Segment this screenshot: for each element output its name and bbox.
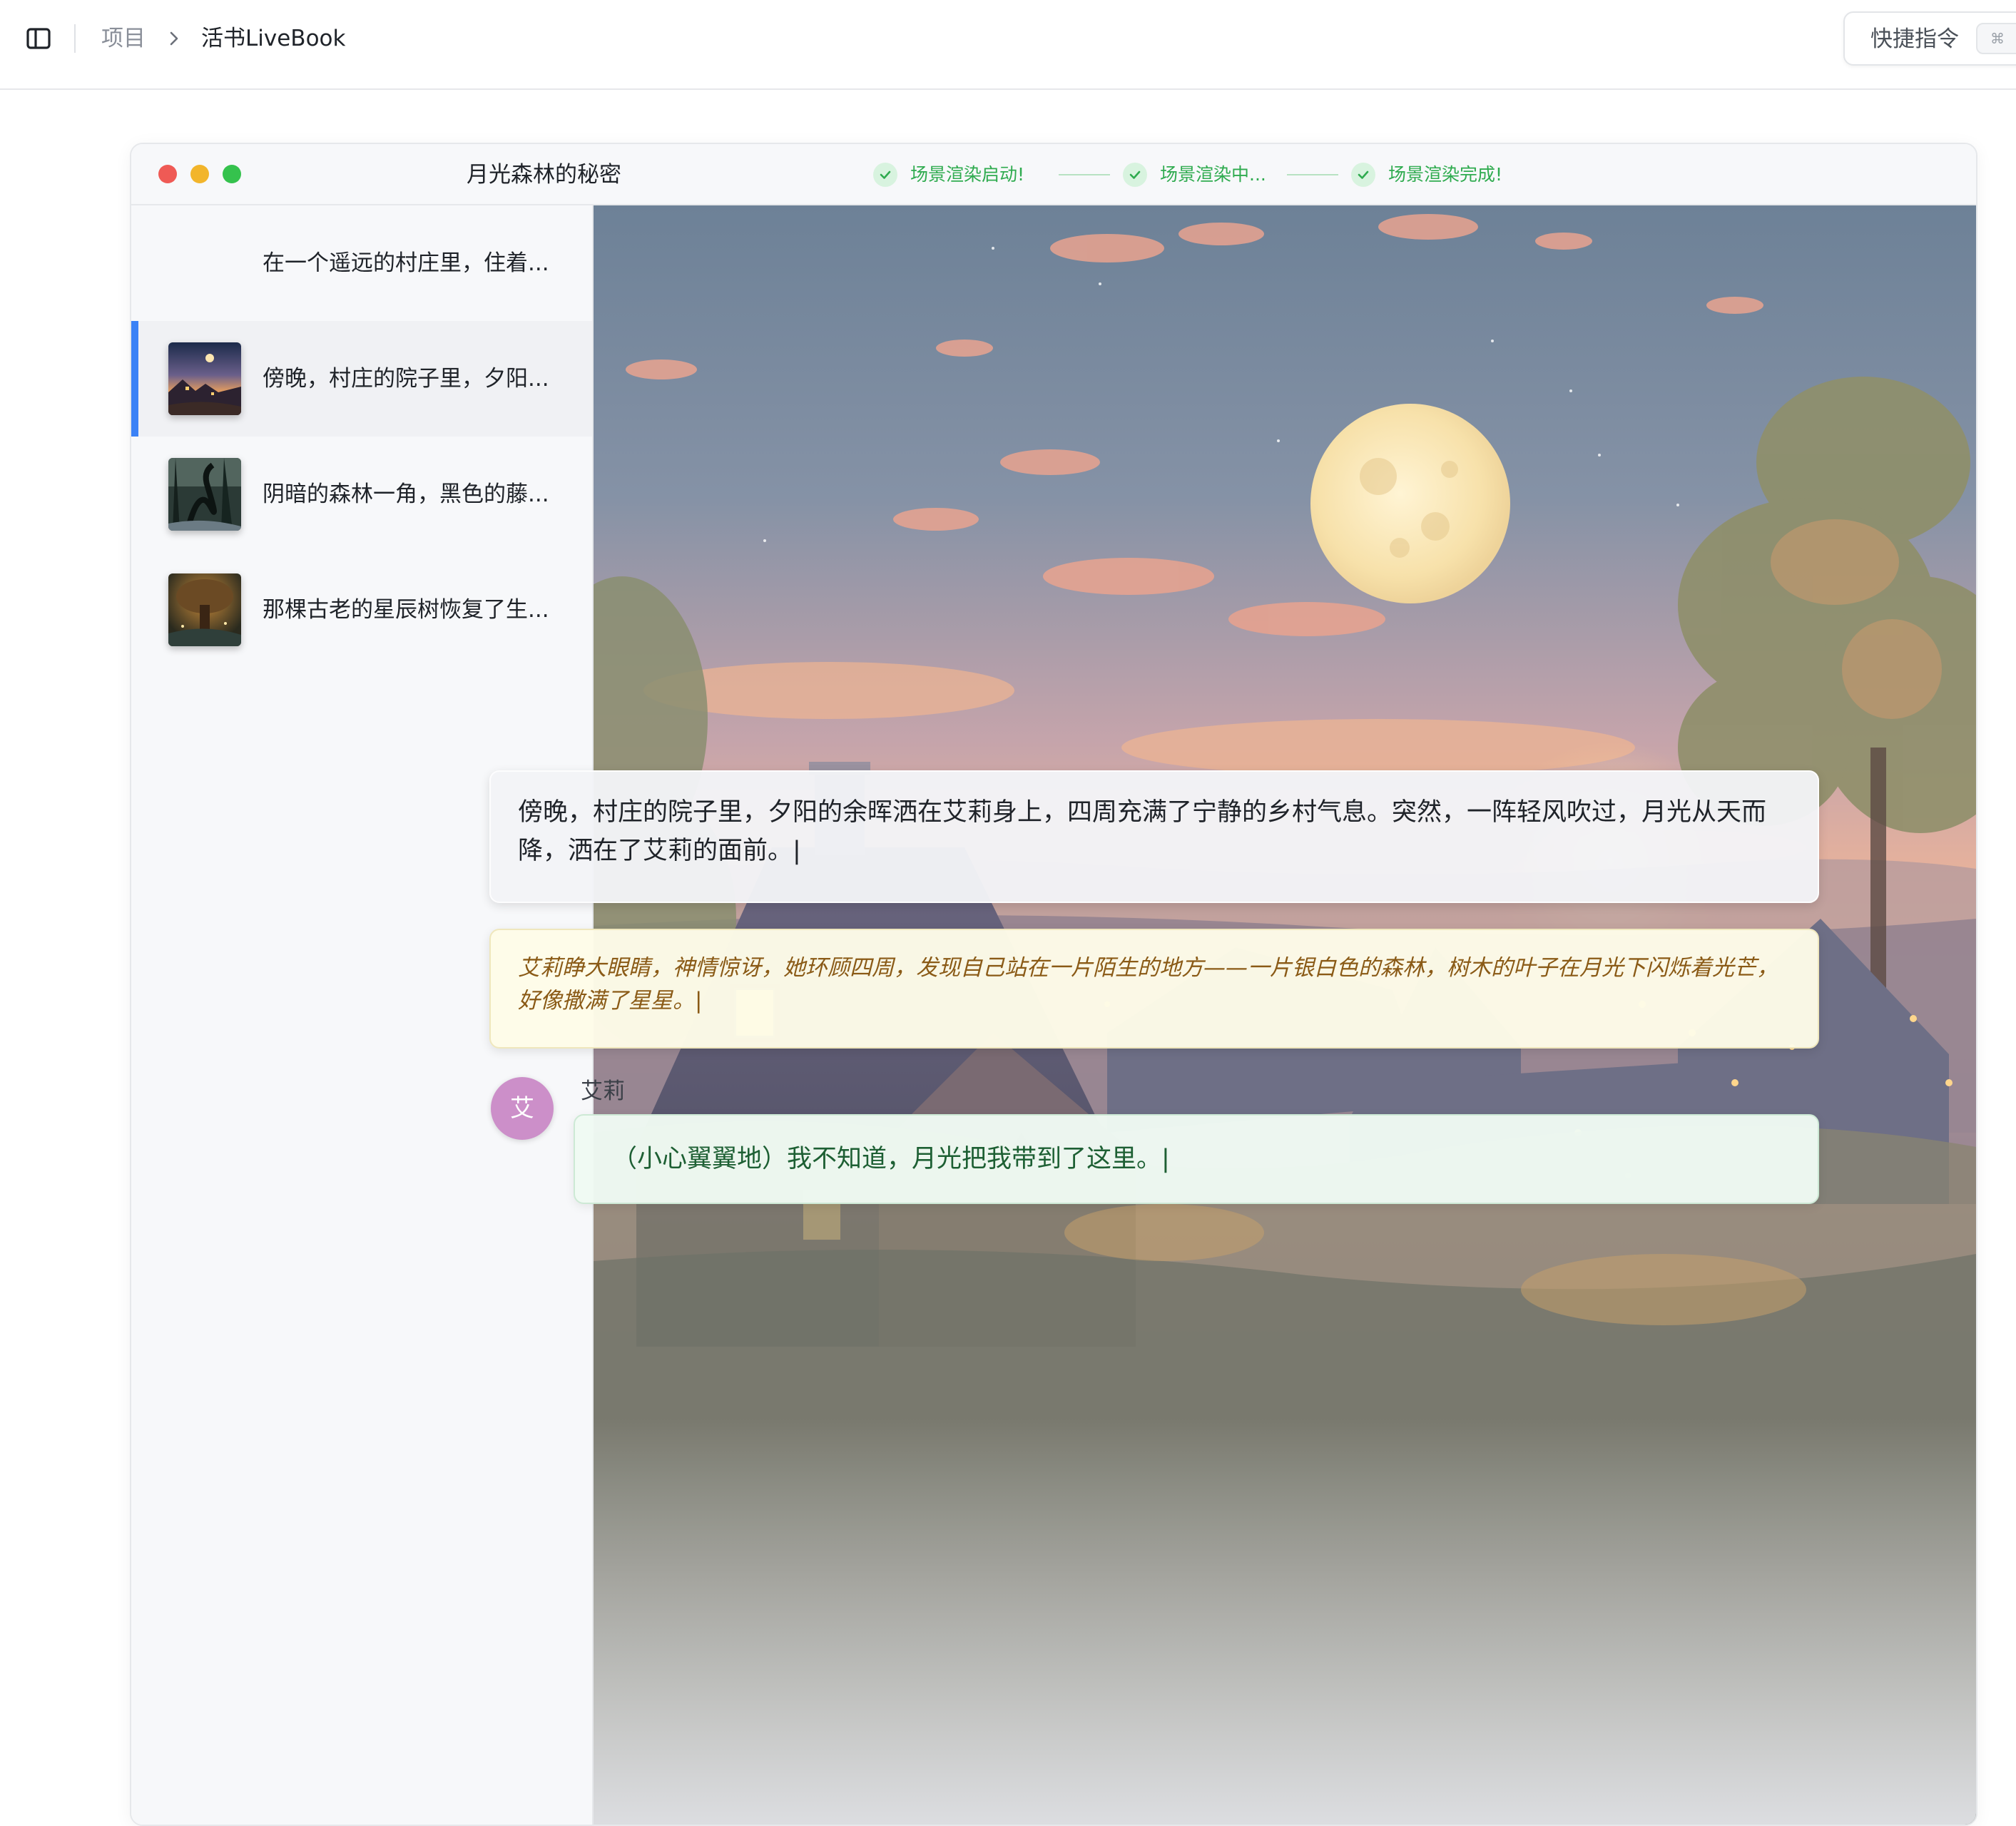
quick-command-label: 快捷指令 [1870,26,1959,52]
sidebar-toggle-icon[interactable] [26,26,51,51]
breadcrumb-project-link[interactable]: 项目 [101,21,146,56]
status-step-label: 场景渲染中... [1160,164,1266,185]
status-connector [1059,174,1110,175]
scene-item[interactable]: 阴暗的森林一角，黑色的藤... [131,437,592,552]
scene-thumbnail [168,458,241,531]
status-step-progress: 场景渲染中... [1123,158,1266,191]
scene-thumbnail [168,227,241,300]
avatar: 艾 [491,1077,554,1140]
scene-item-active[interactable]: 傍晚，村庄的院子里，夕阳... [131,321,592,437]
status-step-label: 场景渲染启动! [910,164,1025,185]
book-title: 月光森林的秘密 [467,162,621,188]
status-connector [1287,174,1338,175]
topbar-divider [74,24,76,53]
dialogue-card: （小心翼翼地）我不知道，月光把我带到了这里。| [574,1114,1819,1204]
scene-text: 傍晚，村庄的院子里，夕阳... [263,366,549,392]
breadcrumb-current: 活书LiveBook [201,26,346,51]
quick-command-button[interactable]: 快捷指令 ⌘ [1843,11,2016,66]
window-maximize-button[interactable] [223,165,241,183]
check-icon [1123,163,1147,187]
scene-item[interactable]: 那棵古老的星辰树恢复了生... [131,552,592,668]
chevron-right-icon [166,27,183,50]
scene-text: 那棵古老的星辰树恢复了生... [263,597,549,623]
window-close-button[interactable] [158,165,177,183]
speaker-name: 艾莉 [581,1078,625,1104]
status-step-done: 场景渲染完成! [1351,158,1502,191]
check-icon [1351,163,1375,187]
scene-text: 阴暗的森林一角，黑色的藤... [263,481,549,507]
scene-item[interactable]: 在一个遥远的村庄里，住着... [131,205,592,321]
check-icon [873,163,897,187]
status-step-label: 场景渲染完成! [1388,164,1503,185]
inner-monologue-card: 艾莉睁大眼睛，神情惊讶，她环顾四周，发现自己站在一片陌生的地方——一片银白色的森… [489,929,1819,1049]
scene-thumbnail [168,573,241,646]
scene-thumbnail [168,342,241,415]
top-bar: 项目 活书LiveBook 快捷指令 ⌘ [0,0,2016,90]
quick-command-shortcut: ⌘ [1976,23,2016,54]
status-step-start: 场景渲染启动! [873,158,1024,191]
scene-text: 在一个遥远的村庄里，住着... [263,250,549,276]
narration-card: 傍晚，村庄的院子里，夕阳的余晖洒在艾莉身上，四周充满了宁静的乡村气息。突然，一阵… [489,770,1819,903]
window-titlebar: 月光森林的秘密 场景渲染启动! 场景渲染中... 场景渲染完成! [131,144,1976,205]
window-minimize-button[interactable] [190,165,209,183]
active-indicator [131,321,138,437]
